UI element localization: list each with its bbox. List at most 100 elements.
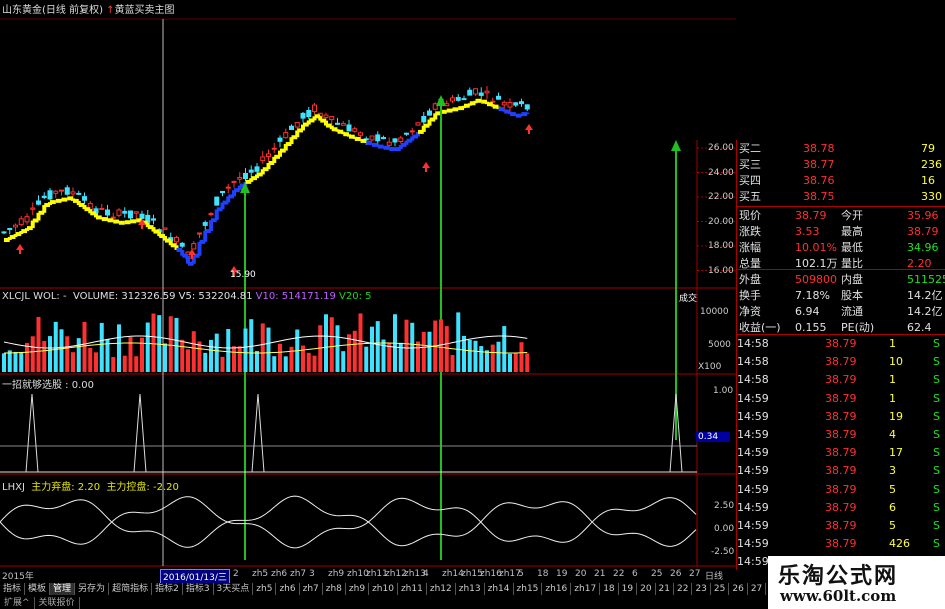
volume-bar xyxy=(444,326,449,372)
tab-zh12[interactable]: zh12 xyxy=(427,583,456,595)
signal-spike xyxy=(133,393,147,473)
candle-body xyxy=(248,169,254,173)
volume-bar xyxy=(220,356,225,372)
candle-body xyxy=(289,125,294,131)
candle-body xyxy=(18,218,24,226)
chart-area[interactable]: 山东黄金(日线 前复权) ↑黄蓝买卖主图 XLCJL WOL: - VOLUME… xyxy=(0,0,736,568)
volume-bar xyxy=(335,325,340,372)
tab-zh15[interactable]: zh15 xyxy=(514,583,543,595)
volume-bar xyxy=(462,335,466,372)
candle-body xyxy=(473,88,478,95)
candle-body xyxy=(36,200,41,205)
tab-zh9[interactable]: zh9 xyxy=(346,583,370,595)
vol-axis-5000: 5000 xyxy=(708,340,731,350)
quote-panel: 买二 38.78 79 买三 38.77 236 买四 38.76 16 买五 38.75 330 现价… xyxy=(736,140,945,570)
date-tick: 2 xyxy=(233,569,239,579)
tab-模板[interactable]: 模板 xyxy=(25,583,51,595)
tab-20[interactable]: 20 xyxy=(637,583,656,595)
tab-指标2[interactable]: 指标2 xyxy=(152,583,183,595)
candle-body xyxy=(214,196,220,206)
quote-divider xyxy=(736,206,945,207)
candle-body xyxy=(128,210,133,219)
candle-body xyxy=(300,112,306,119)
date-tick: 5 xyxy=(518,569,524,579)
tab-18[interactable]: 18 xyxy=(600,583,619,595)
vol-axis-unit: X100 xyxy=(698,362,722,372)
indicator-tabs: 指标 模板 管理 另存为 超简指标 指标2 指标3 3天买点 zh5 zh6 zh7 zh8 zh9 zh… xyxy=(0,583,767,595)
tab-指标[interactable]: 指标 xyxy=(0,583,26,595)
tab-zh13[interactable]: zh13 xyxy=(456,583,485,595)
tab-扩展^[interactable]: 扩展^ xyxy=(0,597,35,609)
tab-26[interactable]: 26 xyxy=(729,583,748,595)
volume-bar xyxy=(278,343,282,372)
tab-27[interactable]: 27 xyxy=(748,583,767,595)
volume-bar xyxy=(381,339,386,372)
volume-bar xyxy=(324,314,328,372)
volume-bar xyxy=(99,322,104,372)
stat-row: 涨幅 10.01% 最低 34.96 xyxy=(739,241,939,254)
tick-row: 14:59 38.79 5 S xyxy=(737,519,940,532)
tab-zh17[interactable]: zh17 xyxy=(571,583,601,595)
tab-21[interactable]: 21 xyxy=(656,583,674,595)
up-arrow-icon xyxy=(422,162,430,168)
force-label: LHXJ 主力弃盘: 2.20 主力控盘: -2.20 xyxy=(2,482,179,493)
tab-19[interactable]: 19 xyxy=(619,583,638,595)
force-axis-mid: 0.00 xyxy=(714,524,735,534)
tab-zh16[interactable]: zh16 xyxy=(542,583,572,595)
candle-body xyxy=(369,135,375,141)
date-axis: 2015年 2016/01/13/三 2 zh5 zh6 zh7 3 zh9 zh10 zh1… xyxy=(0,569,736,584)
tab-超简指标[interactable]: 超简指标 xyxy=(109,583,153,595)
volume-bar xyxy=(25,342,29,372)
date-tick: 20 xyxy=(575,569,587,579)
tab-另存为[interactable]: 另存为 xyxy=(75,583,110,595)
volume-bar xyxy=(352,330,357,372)
tab-zh10[interactable]: zh10 xyxy=(369,583,398,595)
volume-bar xyxy=(65,336,70,372)
volume-bar xyxy=(450,355,455,372)
volume-bar xyxy=(490,344,495,372)
period-label[interactable]: 日线 xyxy=(705,569,723,582)
tab-23[interactable]: 23 xyxy=(692,583,711,595)
volume-bar xyxy=(439,319,443,372)
tick-row: 14:59 38.79 19 S xyxy=(737,409,940,423)
tab-3天买点[interactable]: 3天买点 xyxy=(214,583,254,595)
tab-zh14[interactable]: zh14 xyxy=(485,583,514,595)
tab-25[interactable]: 25 xyxy=(711,583,730,595)
bid-row: 买二 38.78 79 xyxy=(739,142,935,155)
candle-body xyxy=(254,166,260,172)
candle-body xyxy=(306,109,312,117)
volume-bar xyxy=(473,340,478,372)
candle-body xyxy=(59,189,64,192)
extension-tabs: 扩展^ 关联报价 xyxy=(0,597,80,609)
tick-row: 14:59 38.79 1 S xyxy=(737,391,940,405)
candle-body xyxy=(197,232,202,235)
candle-body xyxy=(76,192,82,195)
tab-关联报价[interactable]: 关联报价 xyxy=(35,597,80,609)
date-tick: 19 xyxy=(556,569,568,579)
tab-22[interactable]: 22 xyxy=(674,583,693,595)
stat-row: 收益(一) 0.155 PE(动) 62.4 xyxy=(739,321,932,334)
candle-body xyxy=(312,104,317,113)
candle-body xyxy=(13,224,18,228)
volume-bar xyxy=(180,339,185,372)
volume-bar xyxy=(232,346,236,372)
date-tick: 4 xyxy=(423,569,429,579)
vol-axis-10000: 10000 xyxy=(700,307,729,317)
tab-zh7[interactable]: zh7 xyxy=(300,583,323,595)
tab-zh11[interactable]: zh11 xyxy=(398,583,427,595)
volume-bar xyxy=(186,349,190,372)
tab-zh6[interactable]: zh6 xyxy=(276,583,300,595)
volume-bar xyxy=(404,319,409,372)
candle-body xyxy=(47,190,53,200)
force-axis-top: 2.50 xyxy=(714,501,735,511)
candle-body xyxy=(7,227,13,230)
buy-signal-arrowhead xyxy=(671,140,681,151)
tab-zh8[interactable]: zh8 xyxy=(323,583,346,595)
candle-body xyxy=(105,209,110,216)
volume-bar xyxy=(168,316,173,372)
tab-管理[interactable]: 管理 xyxy=(50,583,76,595)
volume-bar xyxy=(53,321,58,372)
tab-zh5[interactable]: zh5 xyxy=(253,583,277,595)
tab-指标3[interactable]: 指标3 xyxy=(183,583,214,595)
candle-body xyxy=(467,89,473,96)
